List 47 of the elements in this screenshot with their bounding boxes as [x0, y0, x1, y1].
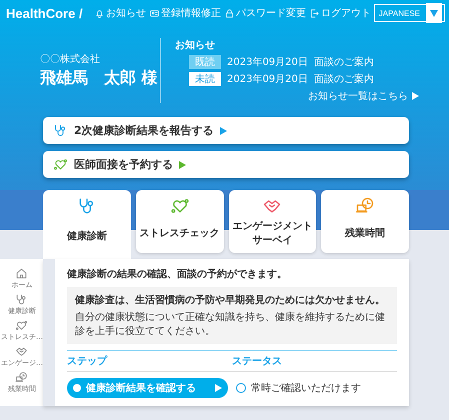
logo: HealthCore / [6, 6, 83, 20]
home-icon [15, 267, 28, 280]
caret-icon [430, 10, 438, 16]
laptop-clock-icon [15, 371, 28, 384]
language-select[interactable]: JAPANESE [374, 4, 445, 22]
nav-link[interactable]: 登録情報修正 [148, 6, 221, 20]
arrow-icon [220, 126, 227, 134]
category-tab[interactable]: 残業時間 [321, 190, 409, 253]
info-title: 健康診査は、生活習慣病の予防や早期発見のためには欠かせません。 [75, 294, 386, 307]
notices-more-link[interactable]: お知らせ一覧はこちら [308, 89, 419, 103]
arrow-icon [412, 92, 419, 100]
status-text: 常時ご確認いただけます [251, 382, 361, 395]
step-button[interactable]: 健康診断結果を確認する [67, 378, 228, 398]
arrow-icon [179, 160, 186, 168]
status-badge: 既読 [189, 55, 221, 69]
category-tab[interactable]: ストレスチェック [136, 190, 224, 253]
notice-date: 2023年09月20日 [227, 56, 308, 69]
heart-icon [170, 196, 190, 216]
category-tab[interactable]: エンゲージメントサーベイ [228, 190, 316, 253]
column-header: ステータス [232, 355, 283, 368]
circle-icon [236, 383, 246, 393]
notice-date: 2023年09月20日 [227, 73, 308, 86]
logout-icon [308, 8, 320, 18]
action-card[interactable]: 医師面接を予約する [43, 151, 409, 178]
notices-heading: お知らせ [175, 38, 216, 52]
notice-link[interactable]: 面談のご案内 [314, 72, 374, 86]
id-card-icon [148, 8, 160, 18]
action-card[interactable]: 2次健康診断結果を報告する [43, 117, 409, 144]
dot-icon [73, 384, 81, 392]
stethoscope-icon [15, 293, 28, 306]
heart-icon [15, 319, 28, 332]
panel-description: 健康診断の結果の確認、面談の予約ができます。 [67, 268, 288, 281]
column-header: ステップ [67, 354, 108, 368]
nav-link[interactable]: お知らせ [94, 6, 146, 20]
bell-icon [94, 8, 105, 18]
heart-icon [53, 157, 68, 172]
lock-icon [224, 8, 235, 18]
status-badge: 未読 [189, 72, 221, 86]
category-tab[interactable]: 健康診断 [43, 190, 131, 259]
company-name: 〇〇株式会社 [40, 52, 101, 66]
nav-link[interactable]: パスワード変更 [224, 6, 306, 20]
info-text: 自分の健康状態について正確な知識を持ち、健康を維持するために健診を上手に役立ててください。 [75, 310, 386, 338]
nav-link[interactable]: ログアウト [308, 6, 371, 20]
notice-link[interactable]: 面談のご案内 [314, 55, 374, 69]
play-icon [215, 384, 222, 392]
stethoscope-icon [53, 123, 68, 138]
user-name: 飛雄馬 太郎 様 [40, 68, 159, 89]
